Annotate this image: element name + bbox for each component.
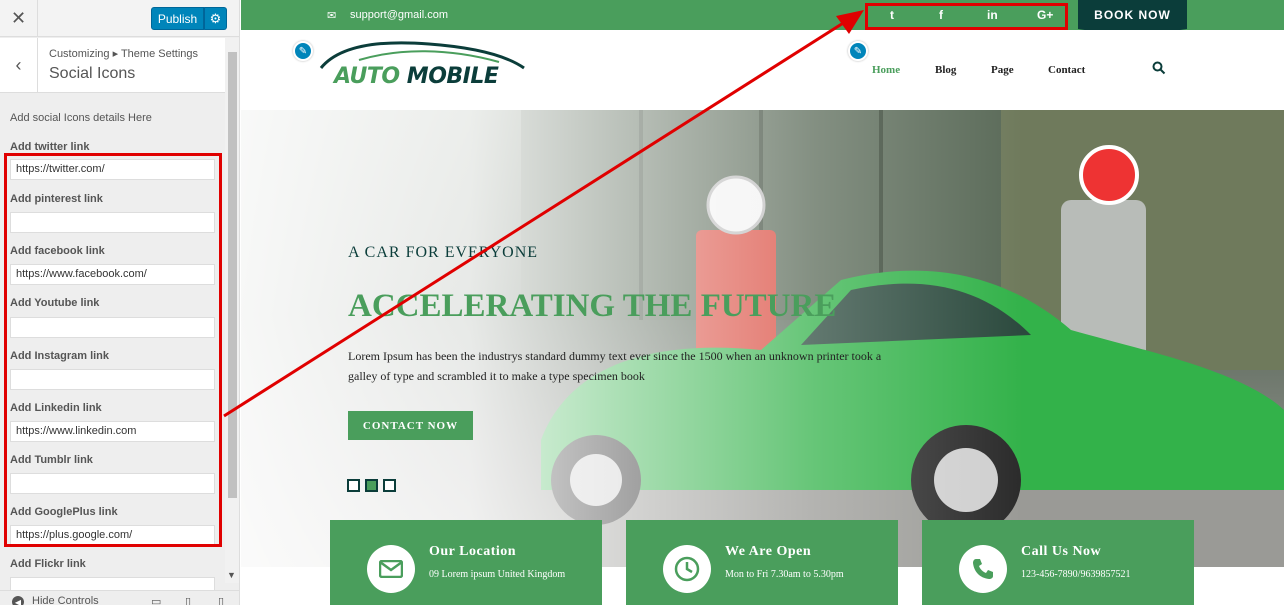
hero-title: ACCELERATING THE FUTURE — [348, 288, 837, 324]
info-card-hours: We Are Open Mon to Fri 7.30am to 5.30pm — [626, 520, 898, 605]
info-text: 09 Lorem ipsum United Kingdom — [429, 569, 566, 580]
customizer-sidebar: ✕ Publish ⚙ ‹ Customizing ▸ Theme Settin… — [0, 0, 240, 605]
section-header: ‹ Customizing ▸ Theme Settings Social Ic… — [0, 38, 225, 93]
info-card-location: Our Location 09 Lorem ipsum United Kingd… — [330, 520, 602, 605]
close-icon[interactable]: ✕ — [0, 0, 38, 37]
nav-home[interactable]: Home — [872, 64, 900, 76]
edit-menu-icon[interactable]: ✎ — [848, 41, 868, 61]
hero-overlay — [241, 110, 1284, 567]
hide-controls-icon[interactable]: ◀ — [12, 596, 24, 605]
slider-dot-2[interactable] — [365, 479, 378, 492]
site-logo[interactable]: AUTO MOBILE — [334, 64, 499, 89]
screen: ✕ Publish ⚙ ‹ Customizing ▸ Theme Settin… — [0, 0, 1284, 605]
info-title: Call Us Now — [1021, 544, 1102, 559]
hero-text: Lorem Ipsum has been the industrys stand… — [348, 349, 882, 383]
slider-dot-3[interactable] — [383, 479, 396, 492]
info-text: 123-456-7890/9639857521 — [1021, 569, 1131, 580]
phone-icon — [959, 545, 1007, 593]
section-description: Add social Icons details Here — [10, 112, 152, 124]
desktop-preview-icon[interactable]: ▭ — [151, 595, 161, 605]
annotation-box-social — [865, 3, 1068, 30]
nav-blog[interactable]: Blog — [935, 64, 956, 76]
tablet-preview-icon[interactable]: ▯ — [185, 595, 191, 605]
site-preview: ✉ support@gmail.com t f in G+ BOOK NOW ✎… — [241, 0, 1284, 605]
scroll-down-icon[interactable]: ▼ — [227, 570, 236, 580]
section-title: Social Icons — [49, 65, 136, 82]
flickr-link-label: Add Flickr link — [10, 558, 86, 570]
scrollbar-thumb[interactable] — [228, 52, 237, 498]
nav-page[interactable]: Page — [991, 64, 1014, 76]
mail-icon — [367, 545, 415, 593]
back-icon[interactable]: ‹ — [0, 38, 38, 93]
breadcrumb: Customizing ▸ Theme Settings — [49, 48, 198, 60]
gear-icon[interactable]: ⚙ — [204, 7, 227, 30]
info-title: We Are Open — [725, 544, 812, 559]
edit-logo-icon[interactable]: ✎ — [293, 41, 313, 61]
slider-dot-1[interactable] — [347, 479, 360, 492]
support-email[interactable]: support@gmail.com — [350, 9, 448, 21]
contact-now-button[interactable]: CONTACT NOW — [348, 411, 473, 440]
hero-subtitle: A CAR FOR EVERYONE — [348, 244, 539, 261]
search-icon[interactable] — [1152, 61, 1166, 75]
clock-icon — [663, 545, 711, 593]
hide-controls-button[interactable]: Hide Controls — [32, 595, 99, 605]
book-now-button[interactable]: BOOK NOW — [1078, 0, 1187, 29]
mail-icon: ✉ — [327, 10, 337, 22]
info-text: Mon to Fri 7.30am to 5.30pm — [725, 569, 844, 580]
nav-contact[interactable]: Contact — [1048, 64, 1085, 76]
info-title: Our Location — [429, 544, 517, 559]
twitter-link-label: Add twitter link — [10, 141, 90, 153]
publish-button[interactable]: Publish — [151, 7, 204, 30]
mobile-preview-icon[interactable]: ▯ — [218, 595, 224, 605]
hero-slider: A CAR FOR EVERYONE ACCELERATING THE FUTU… — [241, 110, 1284, 567]
annotation-box-fields — [4, 153, 222, 547]
info-card-call: Call Us Now 123-456-7890/9639857521 — [922, 520, 1194, 605]
